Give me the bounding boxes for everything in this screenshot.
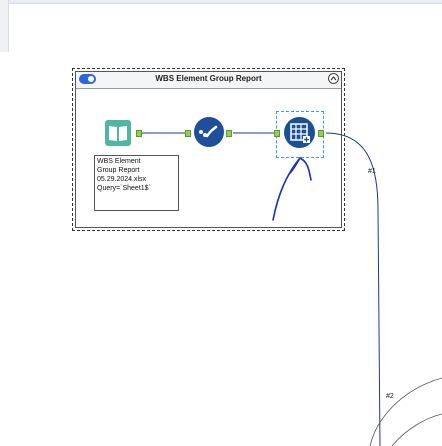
dot-check-tool[interactable] xyxy=(194,117,224,147)
tool3-input-anchor[interactable] xyxy=(274,130,280,137)
wire-output-2 xyxy=(369,377,442,446)
wire-label-2: #2 xyxy=(386,393,394,400)
annotation-line: WBS Element xyxy=(97,158,141,165)
tool-annotation: WBS Element Group Report 05.29.2024.xlsx… xyxy=(94,155,179,211)
tool2-output-anchor[interactable] xyxy=(226,130,232,137)
ink-arrow xyxy=(272,157,312,221)
input-tool-output-anchor[interactable] xyxy=(136,130,142,137)
tool3-output-anchor[interactable] xyxy=(318,130,324,137)
wire-output-3 xyxy=(391,413,442,446)
annotation-line: Group Report xyxy=(97,167,140,174)
annotation-line: 05.29.2024.xlsx xyxy=(97,176,147,183)
annotation-line: Query=`Sheet1$` xyxy=(97,185,151,192)
input-data-tool[interactable] xyxy=(104,119,132,147)
book-input-icon xyxy=(105,120,131,146)
table-grid-tool[interactable] xyxy=(284,117,315,148)
wire-label-1: #1 xyxy=(368,168,376,175)
wire-layer xyxy=(142,132,442,446)
table-grid-icon xyxy=(290,123,310,143)
wire-output-1 xyxy=(325,132,381,446)
tool2-input-anchor[interactable] xyxy=(185,130,191,137)
dot-check-icon xyxy=(199,125,218,138)
